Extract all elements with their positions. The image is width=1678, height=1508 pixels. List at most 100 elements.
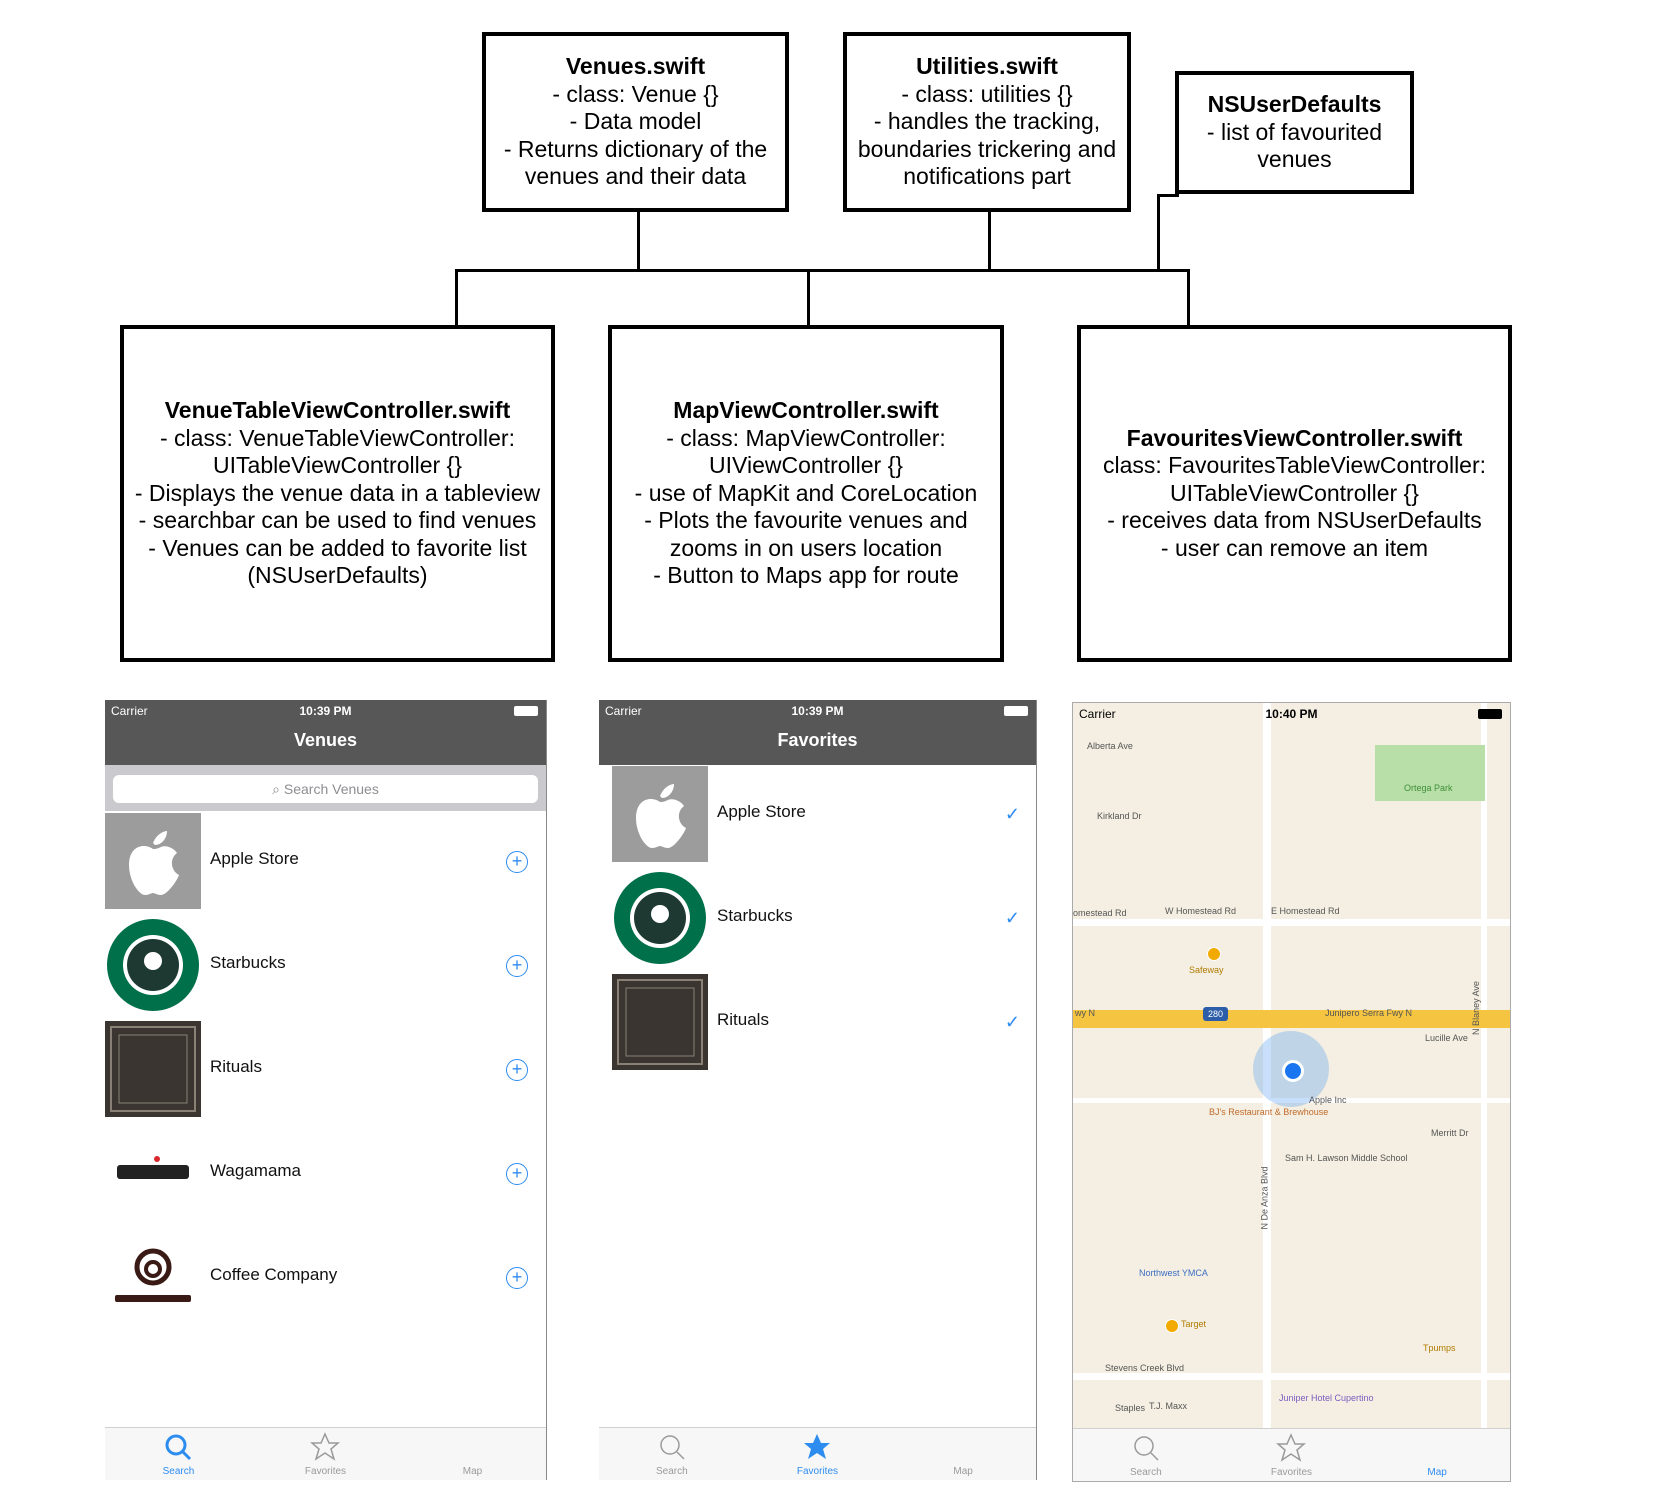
nav-bar: Carrier 10:39 PM Favorites xyxy=(599,700,1036,765)
box-line: - class: Venue {} xyxy=(552,80,719,107)
map-label: Safeway xyxy=(1189,965,1224,975)
plus-circle-icon[interactable]: + xyxy=(506,955,528,977)
box-line: notifications part xyxy=(903,163,1071,190)
venue-row[interactable]: Starbucks + xyxy=(105,917,546,1021)
tab-map[interactable]: Map xyxy=(1364,1429,1510,1481)
favorite-row[interactable]: Apple Store ✓ xyxy=(599,766,1036,870)
star-icon xyxy=(310,1432,341,1461)
connector-line xyxy=(1187,269,1190,326)
tab-label: Map xyxy=(953,1466,973,1477)
page-title: Favorites xyxy=(777,730,858,750)
safeway-icon xyxy=(1207,947,1221,961)
search-icon xyxy=(660,1435,685,1460)
checkmark-icon[interactable]: ✓ xyxy=(1005,1012,1020,1033)
tab-label: Search xyxy=(1129,1467,1162,1478)
star-icon xyxy=(1276,1433,1307,1462)
map-label: W Homestead Rd xyxy=(1165,906,1237,916)
utilities-swift-box: Utilities.swift - class: utilities {} - … xyxy=(843,32,1131,212)
box-line: venues xyxy=(1257,146,1332,173)
venue-row[interactable]: Rituals + xyxy=(105,1021,546,1125)
starbucks-logo-icon xyxy=(612,870,708,966)
venues-swift-box: Venues.swift - class: Venue {} - Data mo… xyxy=(482,32,789,212)
plus-circle-icon[interactable]: + xyxy=(506,1267,528,1289)
freeway xyxy=(1073,1010,1510,1028)
box-line: boundaries trickering and xyxy=(857,135,1117,162)
venue-name: Apple Store xyxy=(210,849,299,868)
venue-row[interactable]: Wagamama + xyxy=(105,1125,546,1229)
map-label: Junipero Serra Fwy N xyxy=(1325,1008,1413,1018)
checkmark-icon[interactable]: ✓ xyxy=(1005,908,1020,929)
connector-line xyxy=(637,212,640,270)
box-title: Venues.swift xyxy=(565,53,706,80)
apple-logo-icon xyxy=(612,766,708,862)
tab-favorites[interactable]: Favorites xyxy=(745,1428,891,1480)
nav-bar: Carrier 10:39 PM Venues xyxy=(105,700,546,765)
checkmark-icon[interactable]: ✓ xyxy=(1005,804,1020,825)
box-line: - handles the tracking, xyxy=(873,108,1101,135)
box-line: UITableViewController {} xyxy=(1170,479,1419,506)
box-line: - class: utilities {} xyxy=(901,80,1073,107)
road xyxy=(1481,703,1487,1429)
venue-name: Coffee Company xyxy=(210,1265,338,1284)
venue-name: Rituals xyxy=(210,1057,262,1076)
tab-map[interactable]: Map xyxy=(890,1428,1036,1480)
venue-name: Starbucks xyxy=(717,906,793,925)
plus-circle-icon[interactable]: + xyxy=(506,851,528,873)
favouritesviewcontroller-box: FavouritesViewController.swift class: Fa… xyxy=(1077,325,1512,662)
box-title: VenueTableViewController.swift xyxy=(164,397,511,424)
connector-line xyxy=(988,212,991,270)
map-label: Northwest YMCA xyxy=(1139,1268,1208,1278)
venue-row[interactable]: Apple Store + xyxy=(105,813,546,917)
tab-search[interactable]: Search xyxy=(1073,1429,1219,1481)
search-icon: ⌕ xyxy=(272,781,280,797)
search-icon xyxy=(1134,1436,1159,1461)
connector-line xyxy=(455,269,1190,272)
page-title: Venues xyxy=(293,730,358,750)
tab-label: Search xyxy=(655,1466,688,1477)
map-label: T.J. Maxx xyxy=(1149,1401,1188,1411)
target-icon xyxy=(1165,1319,1179,1333)
tab-bar: Search Favorites Map xyxy=(105,1427,546,1480)
box-title: FavouritesViewController.swift xyxy=(1126,424,1463,451)
road xyxy=(1073,919,1510,926)
status-bar: Carrier 10:39 PM xyxy=(599,700,1036,722)
map-label: BJ's Restaurant & Brewhouse xyxy=(1209,1107,1329,1117)
star-icon xyxy=(804,1434,831,1459)
map-label: Target xyxy=(1181,1319,1207,1329)
tab-label: Map xyxy=(462,1466,483,1477)
tab-label: Map xyxy=(1427,1467,1447,1478)
coffee-company-logo-icon xyxy=(105,1229,201,1325)
box-line: - Displays the venue data in a tableview xyxy=(134,479,541,506)
battery-icon xyxy=(514,706,538,716)
venue-name: Starbucks xyxy=(210,953,286,972)
box-line: - Venues can be added to favorite list xyxy=(148,534,527,561)
clock-label: 10:40 PM xyxy=(1265,707,1318,721)
box-line: class: FavouritesTableViewController: xyxy=(1102,452,1487,479)
user-location-icon xyxy=(1282,1060,1304,1082)
map-label: Kirkland Dr xyxy=(1097,811,1142,821)
plus-circle-icon[interactable]: + xyxy=(506,1163,528,1185)
tab-favorites[interactable]: Favorites xyxy=(1219,1429,1365,1481)
map-label: Juniper Hotel Cupertino xyxy=(1279,1393,1374,1403)
search-input[interactable]: ⌕ Search Venues xyxy=(113,775,538,803)
box-line: UITableViewController {} xyxy=(213,452,462,479)
map-label: Apple Inc xyxy=(1309,1095,1347,1105)
map-label: wy N xyxy=(1075,1008,1095,1018)
tab-favorites[interactable]: Favorites xyxy=(252,1428,399,1480)
map-view[interactable]: Carrier 10:40 PM Alberta Ave Kirkland Dr… xyxy=(1073,703,1510,1429)
nsuserdefaults-box: NSUserDefaults - list of favourited venu… xyxy=(1175,71,1414,194)
map-label: E Homestead Rd xyxy=(1271,906,1340,916)
apple-logo-icon xyxy=(105,813,201,909)
box-line: venues and their data xyxy=(524,163,747,190)
map-label: Alberta Ave xyxy=(1087,741,1133,751)
box-line: zooms in on users location xyxy=(669,534,943,561)
box-line: - class: MapViewController: xyxy=(666,424,946,451)
tab-search[interactable]: Search xyxy=(599,1428,745,1480)
tab-map[interactable]: Map xyxy=(399,1428,546,1480)
favorite-row[interactable]: Rituals ✓ xyxy=(599,974,1036,1078)
plus-circle-icon[interactable]: + xyxy=(506,1059,528,1081)
map-label: Ortega Park xyxy=(1404,783,1453,793)
tab-search[interactable]: Search xyxy=(105,1428,252,1480)
venue-row[interactable]: Coffee Company + xyxy=(105,1229,546,1333)
favorite-row[interactable]: Starbucks ✓ xyxy=(599,870,1036,974)
